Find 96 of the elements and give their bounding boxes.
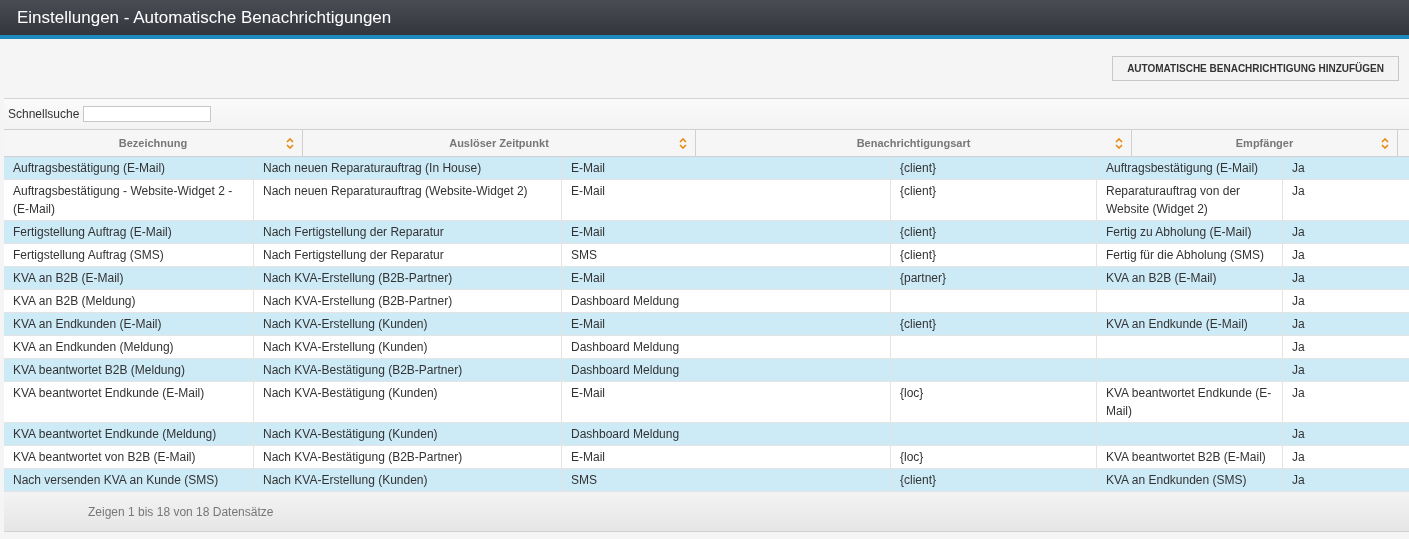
table-cell: Nach KVA-Erstellung (Kunden) <box>263 340 428 354</box>
table-cell: Nach KVA-Erstellung (Kunden) <box>263 473 428 487</box>
table-row[interactable]: KVA beantwortet Endkunde (Meldung) Nach KVA-Bestätigung (Kunden) Dashboard Meldung Ja <box>4 423 1409 446</box>
table-cell: Reparaturauftrag von der Website (Widget 2) <box>1106 184 1241 216</box>
table-cell: Nach versenden KVA an Kunde (SMS) <box>13 473 219 487</box>
table-cell: Nach KVA-Bestätigung (Kunden) <box>263 386 438 400</box>
table-row[interactable]: KVA an Endkunden (Meldung) Nach KVA-Erstellung (Kunden) Dashboard Meldung Ja <box>4 336 1409 359</box>
table-cell: SMS <box>571 248 597 262</box>
table-cell: Nach KVA-Erstellung (B2B-Partner) <box>263 294 453 308</box>
table-cell: SMS <box>571 473 597 487</box>
table-row[interactable]: KVA an B2B (E-Mail) Nach KVA-Erstellung (B2B-Partner) E-Mail {partner} KVA an B2B (E-Mail) Ja <box>4 267 1409 290</box>
table-cell: Dashboard Meldung <box>571 294 680 308</box>
table-row[interactable]: Auftragsbestätigung (E-Mail) Nach neuen Reparaturauftrag (In House) E-Mail {client} Auftragsbestätigung (E-Mail) Ja <box>4 157 1409 180</box>
table-cell: KVA beantwortet Endkunde (Meldung) <box>13 427 217 441</box>
table-cell: Nach KVA-Bestätigung (Kunden) <box>263 427 438 441</box>
table-cell: KVA beantwortet Endkunde (E-Mail) <box>1106 386 1272 418</box>
table-cell: Dashboard Meldung <box>571 340 680 354</box>
column-header[interactable]: Empfänger <box>1132 130 1398 156</box>
table-cell: Dashboard Meldung <box>571 427 680 441</box>
table-cell: Nach KVA-Erstellung (B2B-Partner) <box>263 271 453 285</box>
table-cell: {loc} <box>900 386 924 400</box>
table-cell: E-Mail <box>571 317 605 331</box>
window-title: Einstellungen - Automatische Benachrichtigungen <box>17 6 392 29</box>
table-cell: Ja <box>1292 386 1305 400</box>
table-cell: Fertigstellung Auftrag (E-Mail) <box>13 225 172 239</box>
table-cell: Ja <box>1292 271 1305 285</box>
table-row[interactable]: KVA an B2B (Meldung) Nach KVA-Erstellung (B2B-Partner) Dashboard Meldung Ja <box>4 290 1409 313</box>
table-cell: Auftragsbestätigung - Website-Widget 2 - (E-Mail) <box>13 184 233 216</box>
table-cell: KVA beantwortet von B2B (E-Mail) <box>13 450 196 464</box>
table-cell: KVA an B2B (E-Mail) <box>1106 271 1217 285</box>
table-cell: {client} <box>900 248 937 262</box>
table-cell: Auftragsbestätigung (E-Mail) <box>13 161 166 175</box>
table-row[interactable]: Fertigstellung Auftrag (E-Mail) Nach Fertigstellung der Reparatur E-Mail {client} Fertig zu Abholung (E-Mail) Ja <box>4 221 1409 244</box>
table-cell: {client} <box>900 473 937 487</box>
table-row[interactable]: KVA an Endkunden (E-Mail) Nach KVA-Erstellung (Kunden) E-Mail {client} KVA an Endkunde (E-Mail) Ja <box>4 313 1409 336</box>
table-row[interactable]: Nach versenden KVA an Kunde (SMS) Nach KVA-Erstellung (Kunden) SMS {client} KVA an Endkunden (SMS) Ja <box>4 469 1409 492</box>
table-cell: E-Mail <box>571 386 605 400</box>
table-cell: KVA an B2B (E-Mail) <box>13 271 124 285</box>
table-cell: KVA an Endkunden (E-Mail) <box>13 317 162 331</box>
table-cell: KVA an Endkunde (E-Mail) <box>1106 317 1248 331</box>
table-cell: {partner} <box>900 271 947 285</box>
sort-icon <box>286 138 294 149</box>
table-cell: E-Mail <box>571 450 605 464</box>
search-label: Schnellsuche <box>8 106 80 123</box>
table-cell: {client} <box>900 225 937 239</box>
table-cell: Ja <box>1292 294 1305 308</box>
table-cell: Ja <box>1292 184 1305 198</box>
table-cell: Ja <box>1292 340 1305 354</box>
table-cell: Ja <box>1292 473 1305 487</box>
sort-icon <box>1381 138 1389 149</box>
table-cell: E-Mail <box>571 225 605 239</box>
table-cell: Nach neuen Reparaturauftrag (Website-Widget 2) <box>263 184 528 198</box>
table-row[interactable]: Fertigstellung Auftrag (SMS) Nach Fertigstellung der Reparatur SMS {client} Fertig für die Abholung (SMS) Ja <box>4 244 1409 267</box>
column-header[interactable]: Benachrichtigungsart <box>696 130 1132 156</box>
table-cell: Nach KVA-Erstellung (Kunden) <box>263 317 428 331</box>
table-cell: Ja <box>1292 427 1305 441</box>
table-cell: E-Mail <box>571 184 605 198</box>
record-count: Zeigen 1 bis 18 von 18 Datensätze <box>88 503 274 521</box>
table-cell: Nach Fertigstellung der Reparatur <box>263 225 444 239</box>
table-cell: KVA beantwortet B2B (E-Mail) <box>1106 450 1266 464</box>
search-field[interactable] <box>83 106 212 122</box>
table-cell: Fertigstellung Auftrag (SMS) <box>13 248 164 262</box>
table-cell: KVA an Endkunden (SMS) <box>1106 473 1247 487</box>
table-cell: {client} <box>900 184 937 198</box>
column-header[interactable]: Auslöser Zeitpunkt <box>303 130 696 156</box>
add-notification-button[interactable]: AUTOMATISCHE BENACHRICHTIGUNG HINZUFÜGEN <box>1112 56 1399 81</box>
table-cell: KVA an B2B (Meldung) <box>13 294 136 308</box>
table-cell: Dashboard Meldung <box>571 363 680 377</box>
sort-icon <box>679 138 687 149</box>
table-cell: Ja <box>1292 161 1305 175</box>
table-cell: Nach neuen Reparaturauftrag (In House) <box>263 161 482 175</box>
column-header[interactable]: Bezeichnung <box>4 130 303 156</box>
table-cell: E-Mail <box>571 161 605 175</box>
table-row[interactable]: KVA beantwortet Endkunde (E-Mail) Nach KVA-Bestätigung (Kunden) E-Mail {loc} KVA beantwortet Endkunde (E-Mail) Ja <box>4 382 1409 423</box>
table-cell: Fertig für die Abholung (SMS) <box>1106 248 1265 262</box>
table-cell: E-Mail <box>571 271 605 285</box>
table-cell: Ja <box>1292 317 1305 331</box>
table-cell: Nach KVA-Bestätigung (B2B-Partner) <box>263 363 463 377</box>
table-cell: {loc} <box>900 450 924 464</box>
table-cell: Ja <box>1292 450 1305 464</box>
sort-icon <box>1115 138 1123 149</box>
table-row[interactable]: KVA beantwortet von B2B (E-Mail) Nach KVA-Bestätigung (B2B-Partner) E-Mail {loc} KVA beantwortet B2B (E-Mail) Ja <box>4 446 1409 469</box>
table-cell: KVA an Endkunden (Meldung) <box>13 340 174 354</box>
table-row[interactable]: KVA beantwortet B2B (Meldung) Nach KVA-Bestätigung (B2B-Partner) Dashboard Meldung Ja <box>4 359 1409 382</box>
table-cell: Fertig zu Abholung (E-Mail) <box>1106 225 1252 239</box>
table-cell: {client} <box>900 317 937 331</box>
table-cell: Nach KVA-Bestätigung (B2B-Partner) <box>263 450 463 464</box>
table-cell: Ja <box>1292 225 1305 239</box>
table-cell: Nach Fertigstellung der Reparatur <box>263 248 444 262</box>
table-row[interactable]: Auftragsbestätigung - Website-Widget 2 - (E-Mail) Nach neuen Reparaturauftrag (Website-Widget 2) E-Mail {client} Reparaturauftrag von der Website (Widget 2) Ja <box>4 180 1409 221</box>
table-cell: Ja <box>1292 363 1305 377</box>
table-cell: {client} <box>900 161 937 175</box>
table-cell: KVA beantwortet Endkunde (E-Mail) <box>13 386 205 400</box>
table-cell: Ja <box>1292 248 1305 262</box>
table-cell: KVA beantwortet B2B (Meldung) <box>13 363 185 377</box>
table-cell: Auftragsbestätigung (E-Mail) <box>1106 161 1259 175</box>
